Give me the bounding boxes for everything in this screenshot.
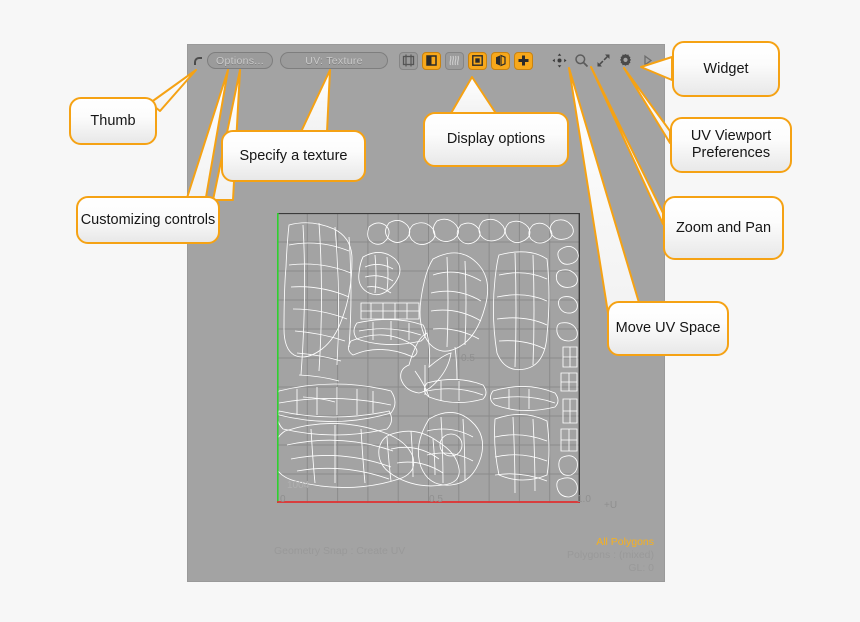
callout-uv-viewport-preferences: UV Viewport Preferences <box>670 117 792 173</box>
axis-label-u-half: 0.5 <box>429 494 443 505</box>
show-shading-icon[interactable] <box>445 51 464 70</box>
status-polygons: Polygons : (mixed) <box>567 549 654 561</box>
show-image-icon[interactable] <box>468 51 487 70</box>
show-uv-texture-icon[interactable] <box>422 51 441 70</box>
uv-watermark: 1004 <box>287 480 310 491</box>
uv-status-bar: Geometry Snap : Create UV All Polygons P… <box>188 521 664 581</box>
uv-editor-toolbar: Options... UV: Texture <box>188 45 664 76</box>
axis-label-v-half: 0.5 <box>461 353 475 364</box>
callout-thumb: Thumb <box>69 97 157 145</box>
callout-display-options: Display options <box>423 112 569 167</box>
axis-label-origin: 0 <box>280 494 286 505</box>
callout-zoom-and-pan: Zoom and Pan <box>663 196 784 260</box>
show-center-icon[interactable] <box>514 51 533 70</box>
zoom-and-pan-icon[interactable] <box>572 52 590 70</box>
status-all-polygons: All Polygons <box>596 536 654 548</box>
status-geometry-snap: Geometry Snap : Create UV <box>274 545 406 557</box>
options-button[interactable]: Options... <box>207 52 273 69</box>
uv-grid-and-wireframe <box>277 213 580 503</box>
show-mirror-icon[interactable] <box>491 51 510 70</box>
callout-customizing-controls: Customizing controls <box>76 196 220 244</box>
uv-viewport-preferences-icon[interactable] <box>594 52 612 70</box>
uv-grid-area[interactable] <box>277 213 580 503</box>
axis-label-u-name: +U <box>604 500 618 511</box>
callout-widget: Widget <box>672 41 780 97</box>
axis-label-u-one: 1.0 <box>577 494 591 505</box>
move-uv-space-icon[interactable] <box>550 52 568 70</box>
uv-texture-selector[interactable]: UV: Texture <box>280 52 388 69</box>
callout-specify-texture: Specify a texture <box>221 130 366 182</box>
show-uv-border-icon[interactable] <box>399 51 418 70</box>
status-gl: GL: 0 <box>628 562 654 574</box>
panel-thumb-handle[interactable] <box>192 53 204 69</box>
widget-gear-icon[interactable] <box>616 52 634 70</box>
widget-arrow-icon[interactable] <box>638 52 656 70</box>
status-right-group: All Polygons Polygons : (mixed) GL: 0 <box>567 536 654 575</box>
callout-move-uv-space: Move UV Space <box>607 301 729 356</box>
